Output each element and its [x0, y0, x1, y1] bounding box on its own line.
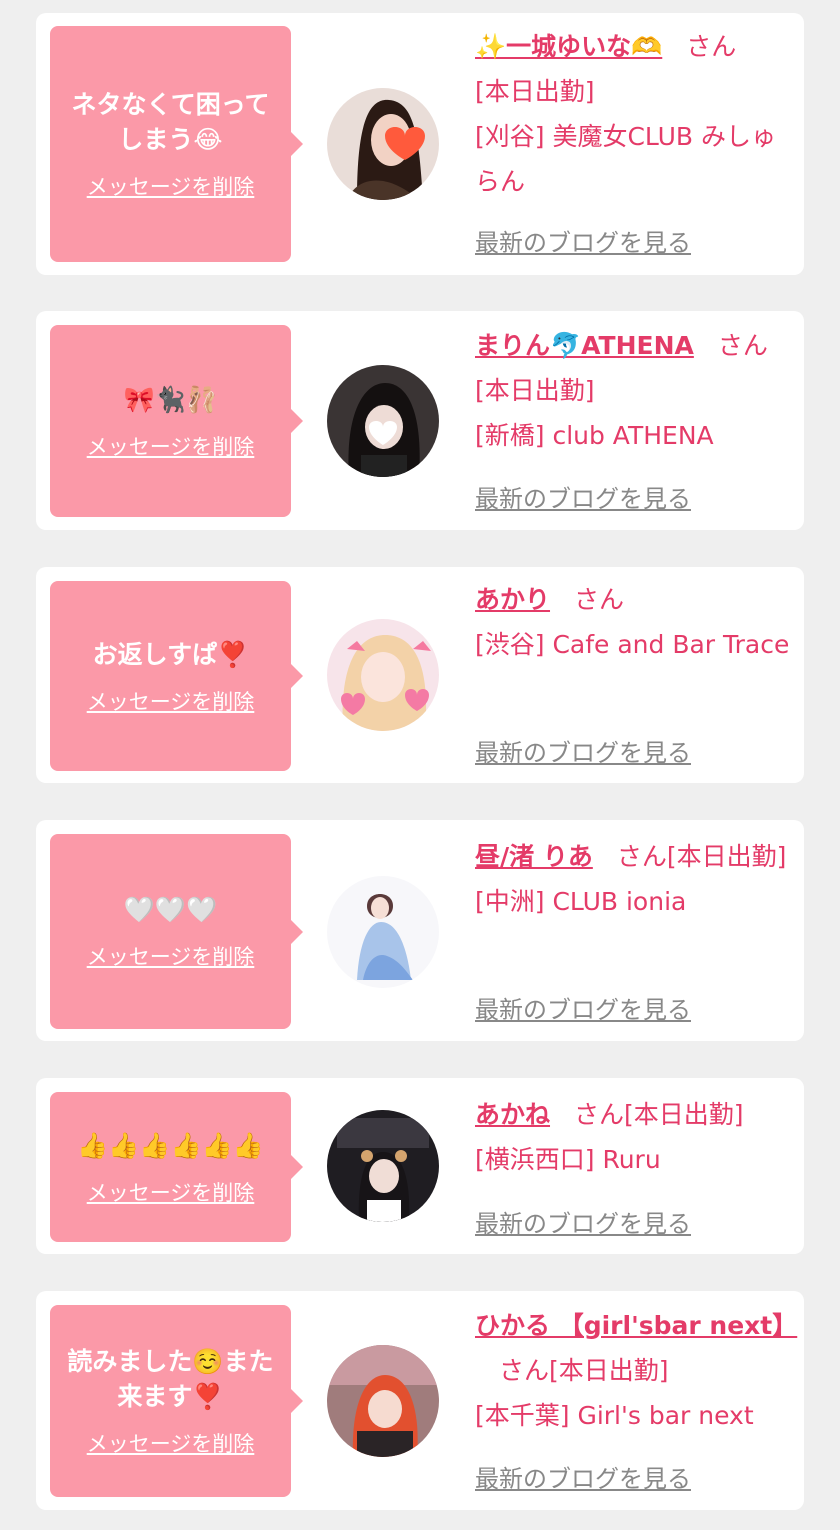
cast-avatar[interactable]	[327, 1110, 439, 1222]
on-duty-label: [本日出勤]	[475, 376, 595, 405]
cast-avatar[interactable]	[327, 619, 439, 731]
cast-info: あかね さん[本日出勤] [横浜西口] Ruru	[475, 1092, 795, 1182]
cast-photo-icon	[327, 619, 439, 731]
cast-info: まりん🐬ATHENA さん [本日出勤] [新橋] club ATHENA	[475, 323, 795, 458]
shop-name: [新橋] club ATHENA	[475, 421, 714, 450]
shop-name: [刈谷] 美魔女CLUB みしゅらん	[475, 122, 776, 196]
honorific: さん	[717, 331, 768, 360]
latest-blog-link[interactable]: 最新のブログを見る	[475, 733, 691, 768]
message-bubble: 👍👍👍👍👍👍 メッセージを削除	[50, 1092, 303, 1242]
cast-name-link[interactable]: ✨一城ゆいな🫶	[475, 32, 662, 61]
cast-name-link[interactable]: ひかる 【girl'sbar next】	[475, 1311, 797, 1340]
honorific: さん	[574, 1100, 625, 1129]
message-text: 👍👍👍👍👍👍	[77, 1130, 264, 1160]
cast-avatar[interactable]	[327, 88, 439, 200]
shop-name: [本千葉] Girl's bar next	[475, 1401, 754, 1430]
message-text: 🎀🐈‍⬛🩰	[123, 384, 218, 414]
honorific: さん	[686, 32, 737, 61]
message-text: ネタなくて困って しまう😂	[71, 90, 270, 154]
message-card: ネタなくて困って しまう😂 メッセージを削除 ✨一城ゆいな🫶 さん [本日出勤] …	[36, 13, 804, 275]
message-bubble: お返しすぱ❣️ メッセージを削除	[50, 581, 303, 771]
delete-message-link[interactable]: メッセージを削除	[87, 171, 255, 201]
cast-photo-icon	[327, 365, 439, 477]
delete-message-link[interactable]: メッセージを削除	[87, 941, 255, 971]
message-bubble: ネタなくて困って しまう😂 メッセージを削除	[50, 26, 303, 262]
delete-message-link[interactable]: メッセージを削除	[87, 431, 255, 461]
message-text: お返しすぱ❣️	[92, 639, 249, 669]
message-list: ネタなくて困って しまう😂 メッセージを削除 ✨一城ゆいな🫶 さん [本日出勤] …	[0, 0, 840, 1530]
message-bubble: 🎀🐈‍⬛🩰 メッセージを削除	[50, 325, 303, 517]
shop-name: [横浜西口] Ruru	[475, 1145, 661, 1174]
cast-name-link[interactable]: 昼/渚 りあ	[475, 842, 593, 871]
cast-avatar[interactable]	[327, 1345, 439, 1457]
cast-photo-icon	[327, 1110, 439, 1222]
cast-avatar[interactable]	[327, 365, 439, 477]
on-duty-label: [本日出勤]	[624, 1100, 744, 1129]
cast-photo-icon	[327, 1345, 439, 1457]
cast-info: ✨一城ゆいな🫶 さん [本日出勤] [刈谷] 美魔女CLUB みしゅらん	[475, 24, 795, 204]
latest-blog-link[interactable]: 最新のブログを見る	[475, 990, 691, 1025]
delete-message-link[interactable]: メッセージを削除	[87, 686, 255, 716]
cast-info: あかり さん [渋谷] Cafe and Bar Trace	[475, 577, 795, 667]
cast-info: ひかる 【girl'sbar next】さん[本日出勤] [本千葉] Girl'…	[475, 1303, 797, 1438]
delete-message-link[interactable]: メッセージを削除	[87, 1428, 255, 1458]
cast-name-link[interactable]: あかり	[475, 585, 550, 614]
cast-name-link[interactable]: あかね	[475, 1100, 550, 1129]
cast-photo-icon	[327, 876, 439, 988]
message-text: 🤍🤍🤍	[123, 895, 218, 924]
latest-blog-link[interactable]: 最新のブログを見る	[475, 479, 691, 514]
message-bubble: 読みました☺️また 来ます❣️ メッセージを削除	[50, 1305, 303, 1497]
cast-name-link[interactable]: まりん🐬ATHENA	[475, 331, 694, 360]
cast-info: 昼/渚 りあ さん[本日出勤] [中洲] CLUB ionia	[475, 834, 795, 924]
on-duty-label: [本日出勤]	[549, 1356, 669, 1385]
latest-blog-link[interactable]: 最新のブログを見る	[475, 1204, 691, 1239]
honorific: さん	[616, 842, 667, 871]
on-duty-label: [本日出勤]	[475, 77, 595, 106]
cast-photo-icon	[327, 88, 439, 200]
cast-avatar[interactable]	[327, 876, 439, 988]
message-card: 🎀🐈‍⬛🩰 メッセージを削除 まりん🐬ATHENA さん [本日出勤] [新橋] c…	[36, 311, 804, 530]
message-text: 読みました☺️また 来ます❣️	[67, 1347, 274, 1411]
honorific: さん	[574, 585, 625, 614]
honorific: さん	[499, 1356, 550, 1385]
on-duty-label: [本日出勤]	[666, 842, 787, 871]
message-bubble: 🤍🤍🤍 メッセージを削除	[50, 834, 303, 1029]
latest-blog-link[interactable]: 最新のブログを見る	[475, 1459, 691, 1494]
message-card: 読みました☺️また 来ます❣️ メッセージを削除 ひかる 【girl'sbar …	[36, 1291, 804, 1510]
message-card: 👍👍👍👍👍👍 メッセージを削除 あかね さん[本日出勤] [横浜西口] Ruru …	[36, 1078, 804, 1254]
shop-name: [中洲] CLUB ionia	[475, 887, 687, 916]
delete-message-link[interactable]: メッセージを削除	[87, 1177, 255, 1207]
shop-name: [渋谷] Cafe and Bar Trace	[475, 630, 790, 659]
latest-blog-link[interactable]: 最新のブログを見る	[475, 223, 691, 258]
message-card: 🤍🤍🤍 メッセージを削除 昼/渚 りあ さん[本日出勤] [中洲] CLUB io…	[36, 820, 804, 1041]
message-card: お返しすぱ❣️ メッセージを削除 あかり さん [渋谷] Cafe and Bar…	[36, 567, 804, 783]
